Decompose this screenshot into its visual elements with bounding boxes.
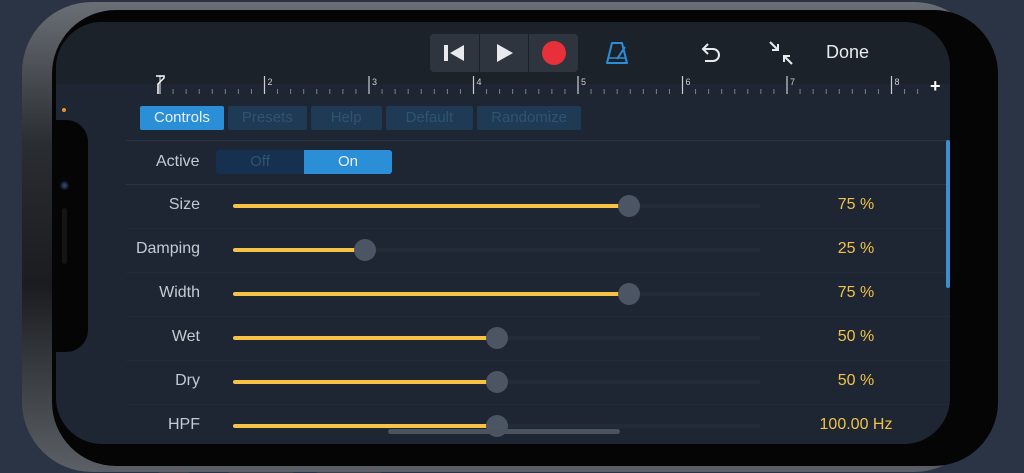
go-to-start-button[interactable] — [430, 34, 479, 72]
row-divider — [126, 228, 950, 229]
param-value[interactable]: 50 % — [796, 328, 916, 346]
row-divider — [126, 272, 950, 273]
divider — [126, 184, 950, 185]
earpiece-speaker — [62, 208, 67, 264]
transport-controls — [430, 34, 578, 72]
active-label: Active — [156, 153, 200, 170]
scrollbar[interactable] — [946, 140, 950, 288]
play-button[interactable] — [478, 34, 529, 72]
timeline-ruler[interactable]: 2 3 4 5 6 7 8 — [152, 74, 926, 96]
play-icon — [497, 44, 513, 62]
divider — [126, 140, 950, 141]
slider-knob[interactable] — [486, 371, 508, 393]
param-label: Wet — [171, 328, 200, 345]
ruler-bar-number: 7 — [790, 77, 795, 87]
active-off-option[interactable]: Off — [216, 150, 304, 174]
active-on-option[interactable]: On — [304, 150, 392, 174]
home-indicator — [388, 429, 620, 434]
slider-knob[interactable] — [618, 283, 640, 305]
slider-fill — [233, 424, 497, 428]
slider-fill — [233, 204, 629, 208]
undo-icon — [701, 43, 720, 62]
slider-knob[interactable] — [486, 327, 508, 349]
param-value[interactable]: 25 % — [796, 240, 916, 258]
param-value[interactable]: 50 % — [796, 372, 916, 390]
metronome-button[interactable] — [602, 38, 632, 68]
done-button[interactable]: Done — [826, 42, 869, 63]
metronome-icon — [606, 42, 628, 64]
add-section-button[interactable]: + — [930, 76, 941, 97]
slider-knob[interactable] — [618, 195, 640, 217]
track-indicator-dot — [62, 108, 66, 112]
param-value[interactable]: 100.00 Hz — [796, 416, 916, 434]
param-label: HPF — [168, 416, 200, 433]
param-slider[interactable] — [233, 283, 761, 305]
slider-fill — [233, 248, 365, 252]
param-label: Size — [168, 196, 200, 213]
ruler-bar-number: 5 — [581, 77, 586, 87]
skip-back-icon — [444, 45, 465, 61]
front-camera — [60, 181, 69, 190]
param-label: Damping — [135, 240, 200, 257]
ruler-bar-number: 8 — [895, 77, 900, 87]
param-slider[interactable] — [233, 415, 761, 437]
phone-notch — [56, 120, 88, 352]
slider-knob[interactable] — [354, 239, 376, 261]
row-divider — [126, 360, 950, 361]
slider-fill — [233, 380, 497, 384]
param-label: Dry — [175, 372, 200, 389]
active-toggle: Off On — [216, 150, 392, 174]
row-divider — [126, 404, 950, 405]
record-button[interactable] — [528, 34, 578, 72]
tab-help[interactable]: Help — [310, 106, 382, 130]
slider-fill — [233, 292, 629, 296]
plugin-tabs: Controls Presets Help Default Randomize — [140, 106, 581, 130]
ruler-bar-number: 3 — [372, 77, 377, 87]
collapse-arrows-icon — [769, 41, 793, 65]
param-slider[interactable] — [233, 327, 761, 349]
record-icon — [541, 41, 566, 65]
app-screen: Done 2 3 4 5 6 7 8 + Controls Presets Help Def… — [56, 22, 950, 444]
undo-button[interactable] — [694, 38, 724, 68]
slider-fill — [233, 336, 497, 340]
default-button[interactable]: Default — [385, 106, 474, 130]
ruler-bar-number: 4 — [477, 77, 482, 87]
tab-controls[interactable]: Controls — [140, 106, 224, 130]
param-slider[interactable] — [233, 195, 761, 217]
collapse-button[interactable] — [766, 38, 796, 68]
param-value[interactable]: 75 % — [796, 196, 916, 214]
tab-presets[interactable]: Presets — [227, 106, 307, 130]
ruler-bar-number: 2 — [268, 77, 273, 87]
row-divider — [126, 316, 950, 317]
param-slider[interactable] — [233, 371, 761, 393]
param-label: Width — [159, 284, 200, 301]
param-value[interactable]: 75 % — [796, 284, 916, 302]
param-slider[interactable] — [233, 239, 761, 261]
ruler-bar-number: 6 — [686, 77, 691, 87]
randomize-button[interactable]: Randomize — [477, 106, 581, 130]
